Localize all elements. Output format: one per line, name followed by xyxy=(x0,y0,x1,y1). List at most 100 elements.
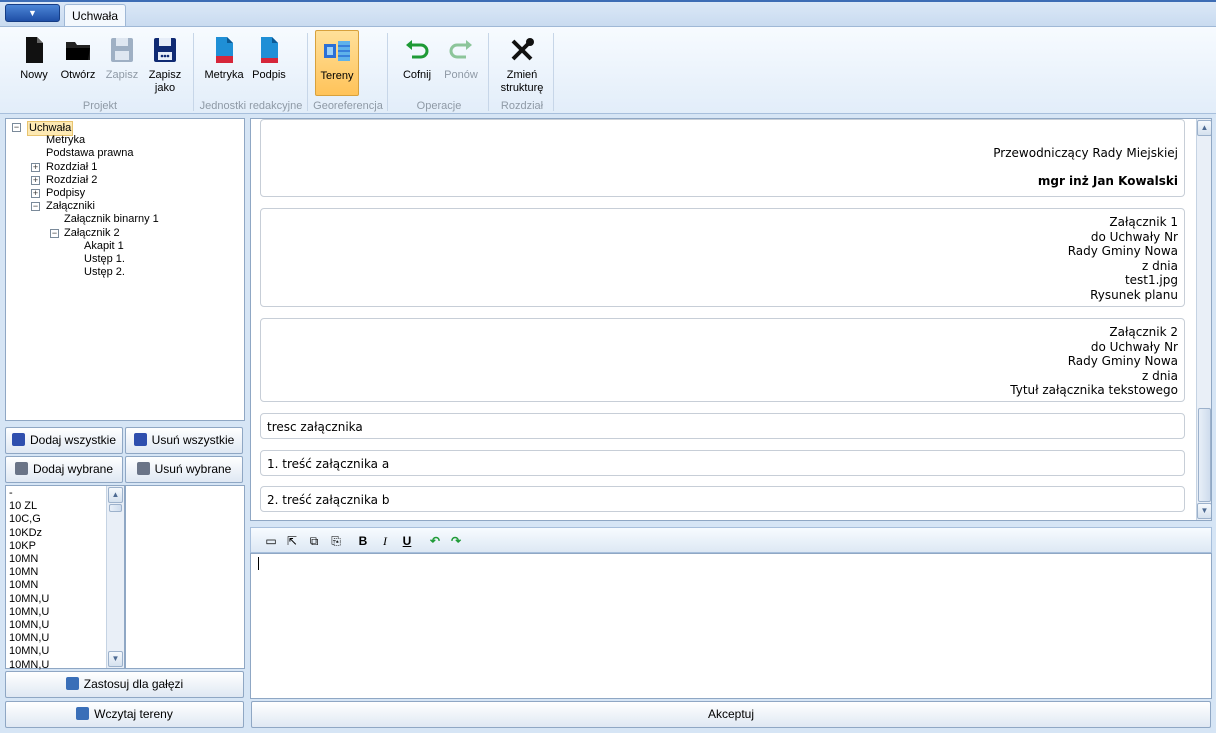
tree-node[interactable]: Akapit 1 xyxy=(84,240,124,253)
list-item[interactable]: 10MN,U xyxy=(9,606,49,619)
attachment-1-line: do Uchwały Nr xyxy=(1090,229,1178,244)
tree-node[interactable]: Ustęp 2. xyxy=(84,266,125,279)
add-icon xyxy=(14,462,28,475)
title-bar xyxy=(0,0,1216,26)
tree-node[interactable]: Ustęp 1. xyxy=(84,253,125,266)
undo-button[interactable]: Cofnij xyxy=(398,35,436,82)
document-view[interactable]: Przewodniczący Rady Miejskiej mgr inż Ja… xyxy=(250,118,1212,521)
selected-terrain-list[interactable] xyxy=(125,485,245,669)
list-item[interactable]: 10MN xyxy=(9,553,38,566)
insert-field-icon[interactable]: ▭ xyxy=(263,533,279,549)
group-separator xyxy=(387,33,388,111)
structure-tree[interactable]: − Uchwała Metryka Podstawa prawna + Rozdział … xyxy=(5,118,245,421)
scroll-up-icon[interactable]: ▲ xyxy=(108,487,123,503)
save-as-icon xyxy=(154,38,176,62)
remove-all-button[interactable]: Usuń wszystkie xyxy=(125,427,243,454)
scroll-down-icon[interactable]: ▼ xyxy=(108,651,123,667)
add-selected-button[interactable]: Dodaj wybrane xyxy=(5,456,123,483)
open-button[interactable]: Otwórz xyxy=(58,35,98,82)
list-item[interactable]: 10 ZL xyxy=(9,500,37,513)
tree-node[interactable]: Załącznik 2 xyxy=(64,227,120,240)
tree-toggle-icon[interactable]: + xyxy=(31,162,40,172)
list-item[interactable]: 10C,G xyxy=(9,513,41,526)
signature-title: Przewodniczący Rady Miejskiej xyxy=(993,146,1178,160)
metryka-button[interactable]: Metryka xyxy=(203,35,245,82)
underline-button[interactable]: U xyxy=(399,533,415,549)
change-structure-button[interactable]: Zmień strukturę xyxy=(496,35,548,95)
tree-toggle-icon[interactable]: + xyxy=(31,175,40,185)
tree-node[interactable]: Rozdział 1 xyxy=(46,161,97,174)
tree-toggle-icon[interactable]: − xyxy=(50,228,59,238)
group-separator xyxy=(193,33,194,111)
group-label-rozdzial: Rozdział xyxy=(500,100,544,112)
list-item[interactable]: 10MN,U xyxy=(9,593,49,606)
list-item[interactable]: - xyxy=(9,487,13,500)
group-separator xyxy=(553,33,554,111)
export-icon[interactable]: ⇱ xyxy=(284,533,300,549)
attachment-1-card[interactable]: Załącznik 1 do Uchwały Nr Rady Gminy Now… xyxy=(260,208,1185,307)
tab-uchwala[interactable]: Uchwała xyxy=(64,4,126,27)
new-button[interactable]: Nowy xyxy=(16,35,52,82)
attachment-1-line: Rady Gminy Nowa xyxy=(1067,244,1178,258)
terrain-list[interactable]: ▲ ▼ -10 ZL 10C,G 10KDz 10KP 10MN 10MN 10MN 10MN… xyxy=(5,485,125,672)
podpis-button[interactable]: Podpis xyxy=(249,35,289,82)
tree-toggle-icon[interactable]: − xyxy=(31,202,40,212)
list-item[interactable]: 10MN,U xyxy=(9,645,49,658)
attachment-2-card[interactable]: Załącznik 2 do Uchwały Nr Rady Gminy Now… xyxy=(260,318,1185,402)
scroll-down-icon[interactable]: ▼ xyxy=(1197,503,1211,519)
apply-branch-button[interactable]: Zastosuj dla gałęzi xyxy=(5,671,244,698)
list-item[interactable]: 10MN,U xyxy=(9,659,49,672)
tereny-button[interactable]: Tereny xyxy=(315,30,359,96)
redo-button[interactable]: Ponów xyxy=(441,35,481,82)
group-label-jednostki: Jednostki redakcyjne xyxy=(199,100,303,112)
tree-node[interactable]: Podstawa prawna xyxy=(46,147,133,160)
italic-button[interactable]: I xyxy=(377,533,393,549)
application-menu-button[interactable]: ▼ xyxy=(5,4,60,22)
undo-icon[interactable]: ↶ xyxy=(427,533,443,549)
load-terrains-button[interactable]: Wczytaj tereny xyxy=(5,701,244,728)
tree-node[interactable]: Podpisy xyxy=(46,187,85,200)
list-item[interactable]: 10MN xyxy=(9,579,38,592)
redo-icon xyxy=(449,40,472,59)
tree-node[interactable]: Rozdział 2 xyxy=(46,174,97,187)
list-item[interactable]: 10MN,U xyxy=(9,619,49,632)
open-folder-icon xyxy=(66,42,90,60)
load-icon xyxy=(76,707,90,720)
tree-node[interactable]: Załącznik binarny 1 xyxy=(64,213,159,226)
metadata-icon xyxy=(216,37,233,63)
tree-node[interactable]: Metryka xyxy=(46,134,85,147)
scroll-thumb[interactable] xyxy=(109,504,122,512)
list-item[interactable]: 10MN,U xyxy=(9,632,49,645)
content-paragraph[interactable]: 1. treść załącznika a xyxy=(260,450,1185,476)
scroll-up-icon[interactable]: ▲ xyxy=(1197,120,1211,136)
save-button[interactable]: Zapisz xyxy=(104,35,140,82)
list-item[interactable]: 10MN xyxy=(9,566,38,579)
tree-toggle-icon[interactable]: + xyxy=(31,189,40,198)
signature-name: mgr inż Jan Kowalski xyxy=(1037,174,1178,188)
copy-icon[interactable]: ⧉ xyxy=(306,533,322,549)
content-paragraph-text: 2. treść załącznika b xyxy=(267,493,390,507)
content-paragraph-text: tresc załącznika xyxy=(267,420,363,434)
tree-toggle-icon[interactable]: − xyxy=(12,123,21,132)
list-item[interactable]: 10KP xyxy=(9,540,36,553)
remove-selected-button[interactable]: Usuń wybrane xyxy=(125,456,243,483)
bold-button[interactable]: B xyxy=(355,533,371,549)
add-all-button[interactable]: Dodaj wszystkie xyxy=(5,427,123,454)
text-editor[interactable] xyxy=(250,553,1212,699)
document-scrollbar[interactable]: ▲ ▼ xyxy=(1196,119,1211,520)
signature-card[interactable]: Przewodniczący Rady Miejskiej mgr inż Ja… xyxy=(260,119,1185,197)
list-item[interactable]: 10KDz xyxy=(9,527,42,540)
redo-icon[interactable]: ↷ xyxy=(448,533,464,549)
group-separator xyxy=(488,33,489,111)
paste-icon[interactable]: ⎘ xyxy=(328,533,344,549)
content-paragraph[interactable]: 2. treść załącznika b xyxy=(260,486,1185,512)
tree-node[interactable]: Załączniki xyxy=(46,200,95,213)
new-document-icon xyxy=(26,37,43,63)
attachment-1-line: z dnia xyxy=(1141,258,1178,273)
terrain-list-scrollbar[interactable]: ▲ ▼ xyxy=(106,486,124,668)
content-paragraph[interactable]: tresc załącznika xyxy=(260,413,1185,439)
scroll-thumb[interactable] xyxy=(1198,408,1211,502)
save-as-button[interactable]: Zapisz jako xyxy=(146,35,184,95)
accept-button[interactable]: Akceptuj xyxy=(251,701,1211,728)
attachment-2-line: do Uchwały Nr xyxy=(1090,339,1178,354)
